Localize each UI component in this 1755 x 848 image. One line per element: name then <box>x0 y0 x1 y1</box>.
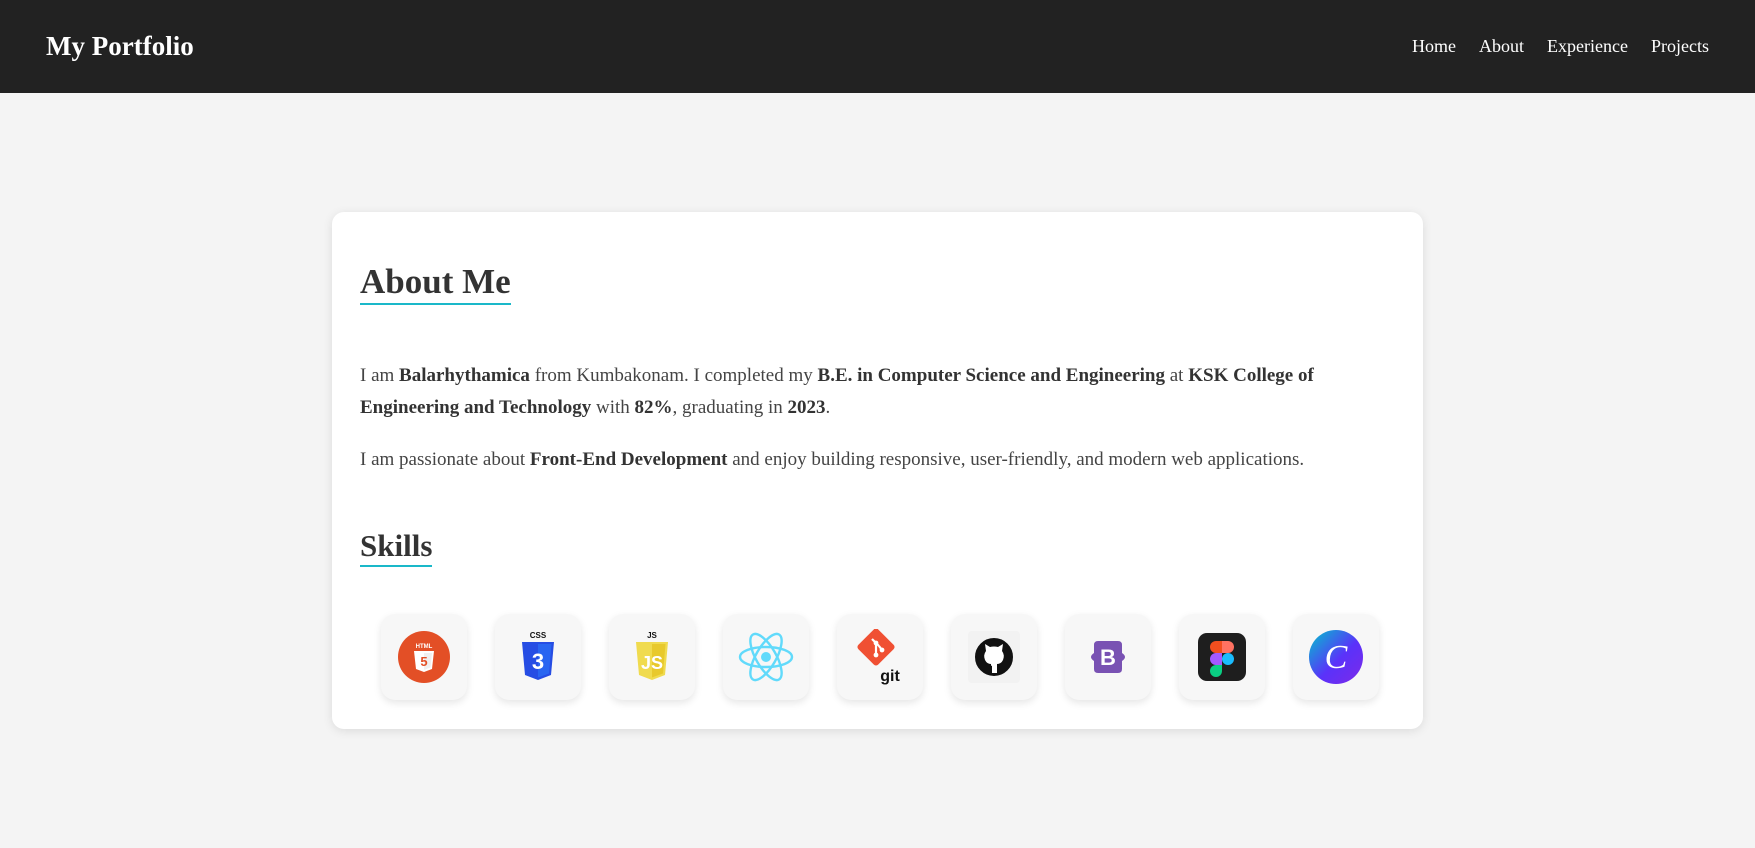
svg-text:git: git <box>880 668 900 685</box>
skill-canva: C <box>1293 614 1379 700</box>
github-icon <box>968 631 1020 683</box>
skill-github <box>951 614 1037 700</box>
svg-text:B: B <box>1100 645 1116 670</box>
skill-figma <box>1179 614 1265 700</box>
react-icon <box>738 632 794 682</box>
nav-links: Home About Experience Projects <box>1412 36 1709 57</box>
svg-text:C: C <box>1325 639 1348 676</box>
skill-react <box>723 614 809 700</box>
name-text: Balarhythamica <box>399 365 530 386</box>
html5-icon: HTML 5 <box>398 631 450 683</box>
degree-text: B.E. in Computer Science and Engineering <box>817 365 1165 386</box>
svg-text:5: 5 <box>420 654 427 669</box>
svg-text:CSS: CSS <box>530 631 547 640</box>
focus-text: Front-End Development <box>529 449 728 470</box>
svg-text:JS: JS <box>641 653 663 673</box>
svg-text:3: 3 <box>532 649 544 674</box>
skill-html: HTML 5 <box>381 614 467 700</box>
css3-icon: CSS 3 <box>522 631 554 680</box>
skills-list: HTML 5 CSS 3 JS JS git B C <box>381 614 1379 700</box>
git-icon: git <box>857 629 900 685</box>
nav-link-projects[interactable]: Projects <box>1651 36 1709 57</box>
skills-title: Skills <box>360 530 433 567</box>
about-title: About Me <box>360 264 511 305</box>
nav-link-about[interactable]: About <box>1479 36 1524 57</box>
about-paragraph-passion: I am passionate about Front-End Developm… <box>360 449 1305 470</box>
nav-link-experience[interactable]: Experience <box>1547 36 1628 57</box>
brand-title[interactable]: My Portfolio <box>46 31 194 62</box>
skill-css: CSS 3 <box>495 614 581 700</box>
skill-bootstrap: B <box>1065 614 1151 700</box>
bootstrap-icon: B <box>1091 641 1125 673</box>
canva-icon: C <box>1309 630 1363 684</box>
about-paragraph-education: I am Balarhythamica from Kumbakonam. I c… <box>360 365 1314 418</box>
year-text: 2023 <box>787 397 826 418</box>
svg-text:HTML: HTML <box>416 644 433 650</box>
score-text: 82% <box>634 397 673 418</box>
svg-text:JS: JS <box>647 631 657 640</box>
javascript-icon: JS JS <box>636 631 668 680</box>
figma-icon <box>1198 633 1246 681</box>
skill-javascript: JS JS <box>609 614 695 700</box>
navbar: My Portfolio Home About Experience Proje… <box>0 0 1755 93</box>
nav-link-home[interactable]: Home <box>1412 36 1456 57</box>
skill-git: git <box>837 614 923 700</box>
about-card: About Me I am Balarhythamica from Kumbak… <box>332 212 1423 729</box>
